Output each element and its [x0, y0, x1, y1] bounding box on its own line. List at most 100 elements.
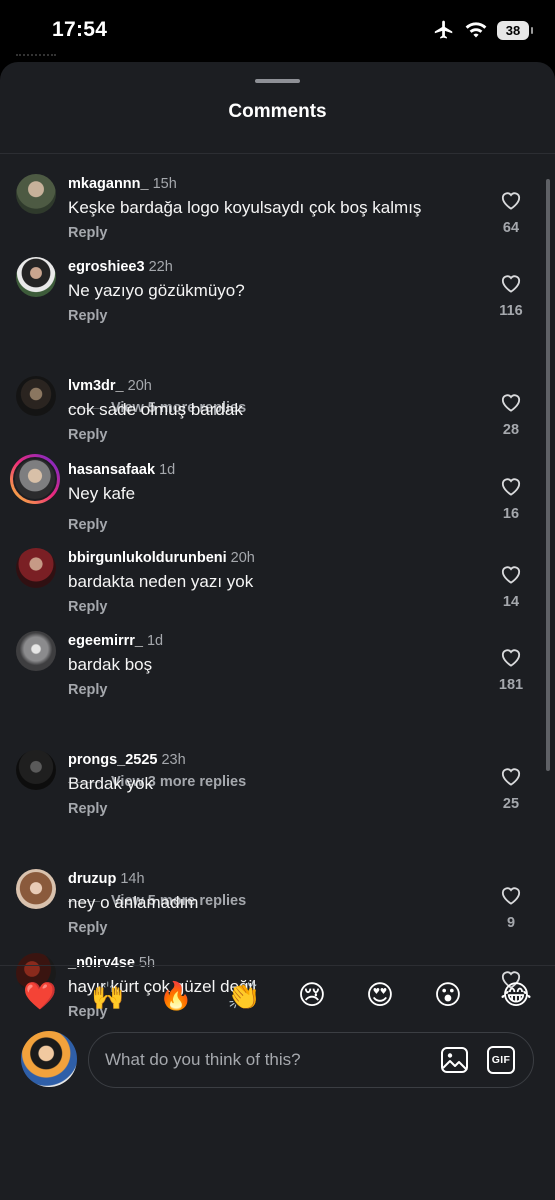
divider: [0, 153, 555, 154]
my-avatar: [21, 1031, 77, 1087]
comment-text: Ney kafe: [68, 484, 136, 503]
comment-time: 14h: [120, 871, 145, 887]
comment-username[interactable]: bbirgunlukoldurunbeni: [68, 550, 227, 566]
emoji-crying[interactable]: 😢: [295, 980, 329, 1011]
emoji-heart-eyes[interactable]: 😍: [363, 980, 397, 1011]
comments-sheet: Comments mkagannn_ 15h Keşke bardağa logo…: [0, 62, 555, 1200]
comment-text: Keşke bardağa logo koyulsaydı çok boş ka…: [68, 198, 422, 217]
like-count: 9: [506, 915, 516, 931]
comment-username[interactable]: lvm3dr_: [68, 378, 124, 394]
like-button[interactable]: 116: [491, 273, 531, 319]
comment-header: druzup 14h: [68, 871, 145, 887]
comment-text: Ne yazıyo gözükmüyo?: [68, 281, 245, 300]
comment-username[interactable]: egeemirrr_: [68, 633, 143, 649]
background-peek: [16, 54, 56, 60]
reply-button[interactable]: Reply: [68, 308, 108, 324]
comment-composer: GIF: [88, 1032, 534, 1088]
like-button[interactable]: 16: [491, 476, 531, 522]
status-icons: 38: [433, 19, 533, 41]
like-count: 28: [502, 422, 520, 438]
comment-username[interactable]: druzup: [68, 871, 116, 887]
avatar[interactable]: [16, 869, 56, 909]
heart-icon[interactable]: [500, 190, 522, 210]
comment-time: 20h: [127, 378, 152, 394]
heart-icon[interactable]: [500, 564, 522, 584]
reply-button[interactable]: Reply: [68, 517, 108, 533]
like-button[interactable]: 181: [491, 647, 531, 693]
heart-icon[interactable]: [500, 476, 522, 496]
avatar[interactable]: [16, 631, 56, 671]
reply-button[interactable]: Reply: [68, 682, 108, 698]
reply-button[interactable]: Reply: [68, 599, 108, 615]
emoji-surprised[interactable]: 😮: [431, 980, 465, 1011]
heart-icon[interactable]: [500, 766, 522, 786]
like-button[interactable]: 64: [491, 190, 531, 236]
comment-time: 15h: [152, 176, 177, 192]
like-count: 116: [499, 303, 523, 319]
like-count: 25: [502, 796, 520, 812]
avatar[interactable]: [16, 376, 56, 416]
wifi-icon: [465, 22, 487, 38]
sheet-grabber[interactable]: [255, 79, 300, 83]
comment-header: egeemirrr_ 1d: [68, 633, 163, 649]
reply-button[interactable]: Reply: [68, 801, 108, 817]
comment-text: bardakta neden yazı yok: [68, 572, 254, 591]
emoji-fire[interactable]: 🔥: [159, 980, 193, 1012]
avatar[interactable]: [16, 750, 56, 790]
like-count: 14: [502, 594, 520, 610]
emoji-heart[interactable]: ❤️: [23, 980, 57, 1012]
like-button[interactable]: 14: [491, 564, 531, 610]
heart-icon[interactable]: [500, 647, 522, 667]
heart-icon[interactable]: [500, 392, 522, 412]
comment-username[interactable]: mkagannn_: [68, 176, 149, 192]
comment-text: bardak boş: [68, 655, 153, 674]
comment-header: mkagannn_ 15h: [68, 176, 177, 192]
comment-list[interactable]: mkagannn_ 15h Keşke bardağa logo koyulsay…: [0, 162, 555, 1024]
battery-icon: 38: [497, 20, 533, 40]
emoji-quick-bar: ❤️ 🙌 🔥 👏 😢 😍 😮 😂: [0, 965, 555, 1025]
comment-input[interactable]: [105, 1033, 425, 1087]
comment-header: hasansafaak 1d: [68, 462, 175, 478]
like-button[interactable]: 9: [491, 885, 531, 931]
scrollbar[interactable]: [546, 179, 550, 771]
like-button[interactable]: 25: [491, 766, 531, 812]
comment-username[interactable]: prongs_2525: [68, 752, 157, 768]
comment-text: ney o anlamadım: [68, 893, 199, 912]
like-button[interactable]: 28: [491, 392, 531, 438]
comment-time: 1d: [146, 633, 164, 649]
image-icon[interactable]: [440, 1046, 469, 1074]
airplane-icon: [434, 20, 453, 39]
comment-username[interactable]: egroshiee3: [68, 259, 145, 275]
avatar-story-ring[interactable]: [10, 454, 60, 504]
sheet-title: Comments: [228, 101, 327, 122]
avatar[interactable]: [16, 548, 56, 588]
comment-time: 1d: [159, 462, 176, 478]
heart-icon[interactable]: [500, 885, 522, 905]
emoji-clap[interactable]: 👏: [227, 980, 261, 1012]
heart-icon[interactable]: [500, 273, 522, 293]
comment-text: cok sade olmuş bardak: [68, 400, 243, 419]
avatar: [13, 457, 57, 501]
comment-header: egroshiee3 22h: [68, 259, 173, 275]
comment-time: 23h: [161, 752, 186, 768]
like-count: 181: [498, 677, 524, 693]
gif-icon[interactable]: GIF: [487, 1046, 515, 1074]
comment-time: 22h: [148, 259, 173, 275]
status-bar: 17:54 38: [0, 0, 555, 62]
reply-button[interactable]: Reply: [68, 427, 108, 443]
comment-time: 20h: [230, 550, 255, 566]
comment-header: lvm3dr_ 20h: [68, 378, 152, 394]
like-count: 16: [502, 506, 520, 522]
like-count: 64: [502, 220, 520, 236]
comment-username[interactable]: hasansafaak: [68, 462, 155, 478]
status-time: 17:54: [52, 18, 108, 41]
comment-header: prongs_2525 23h: [68, 752, 186, 768]
avatar[interactable]: [16, 174, 56, 214]
avatar[interactable]: [16, 257, 56, 297]
emoji-raised-hands[interactable]: 🙌: [91, 980, 125, 1012]
reply-button[interactable]: Reply: [68, 920, 108, 936]
reply-button[interactable]: Reply: [68, 225, 108, 241]
comment-text: Bardak yok: [68, 774, 154, 793]
emoji-laughing[interactable]: 😂: [499, 980, 533, 1011]
comment-header: bbirgunlukoldurunbeni 20h: [68, 550, 255, 566]
